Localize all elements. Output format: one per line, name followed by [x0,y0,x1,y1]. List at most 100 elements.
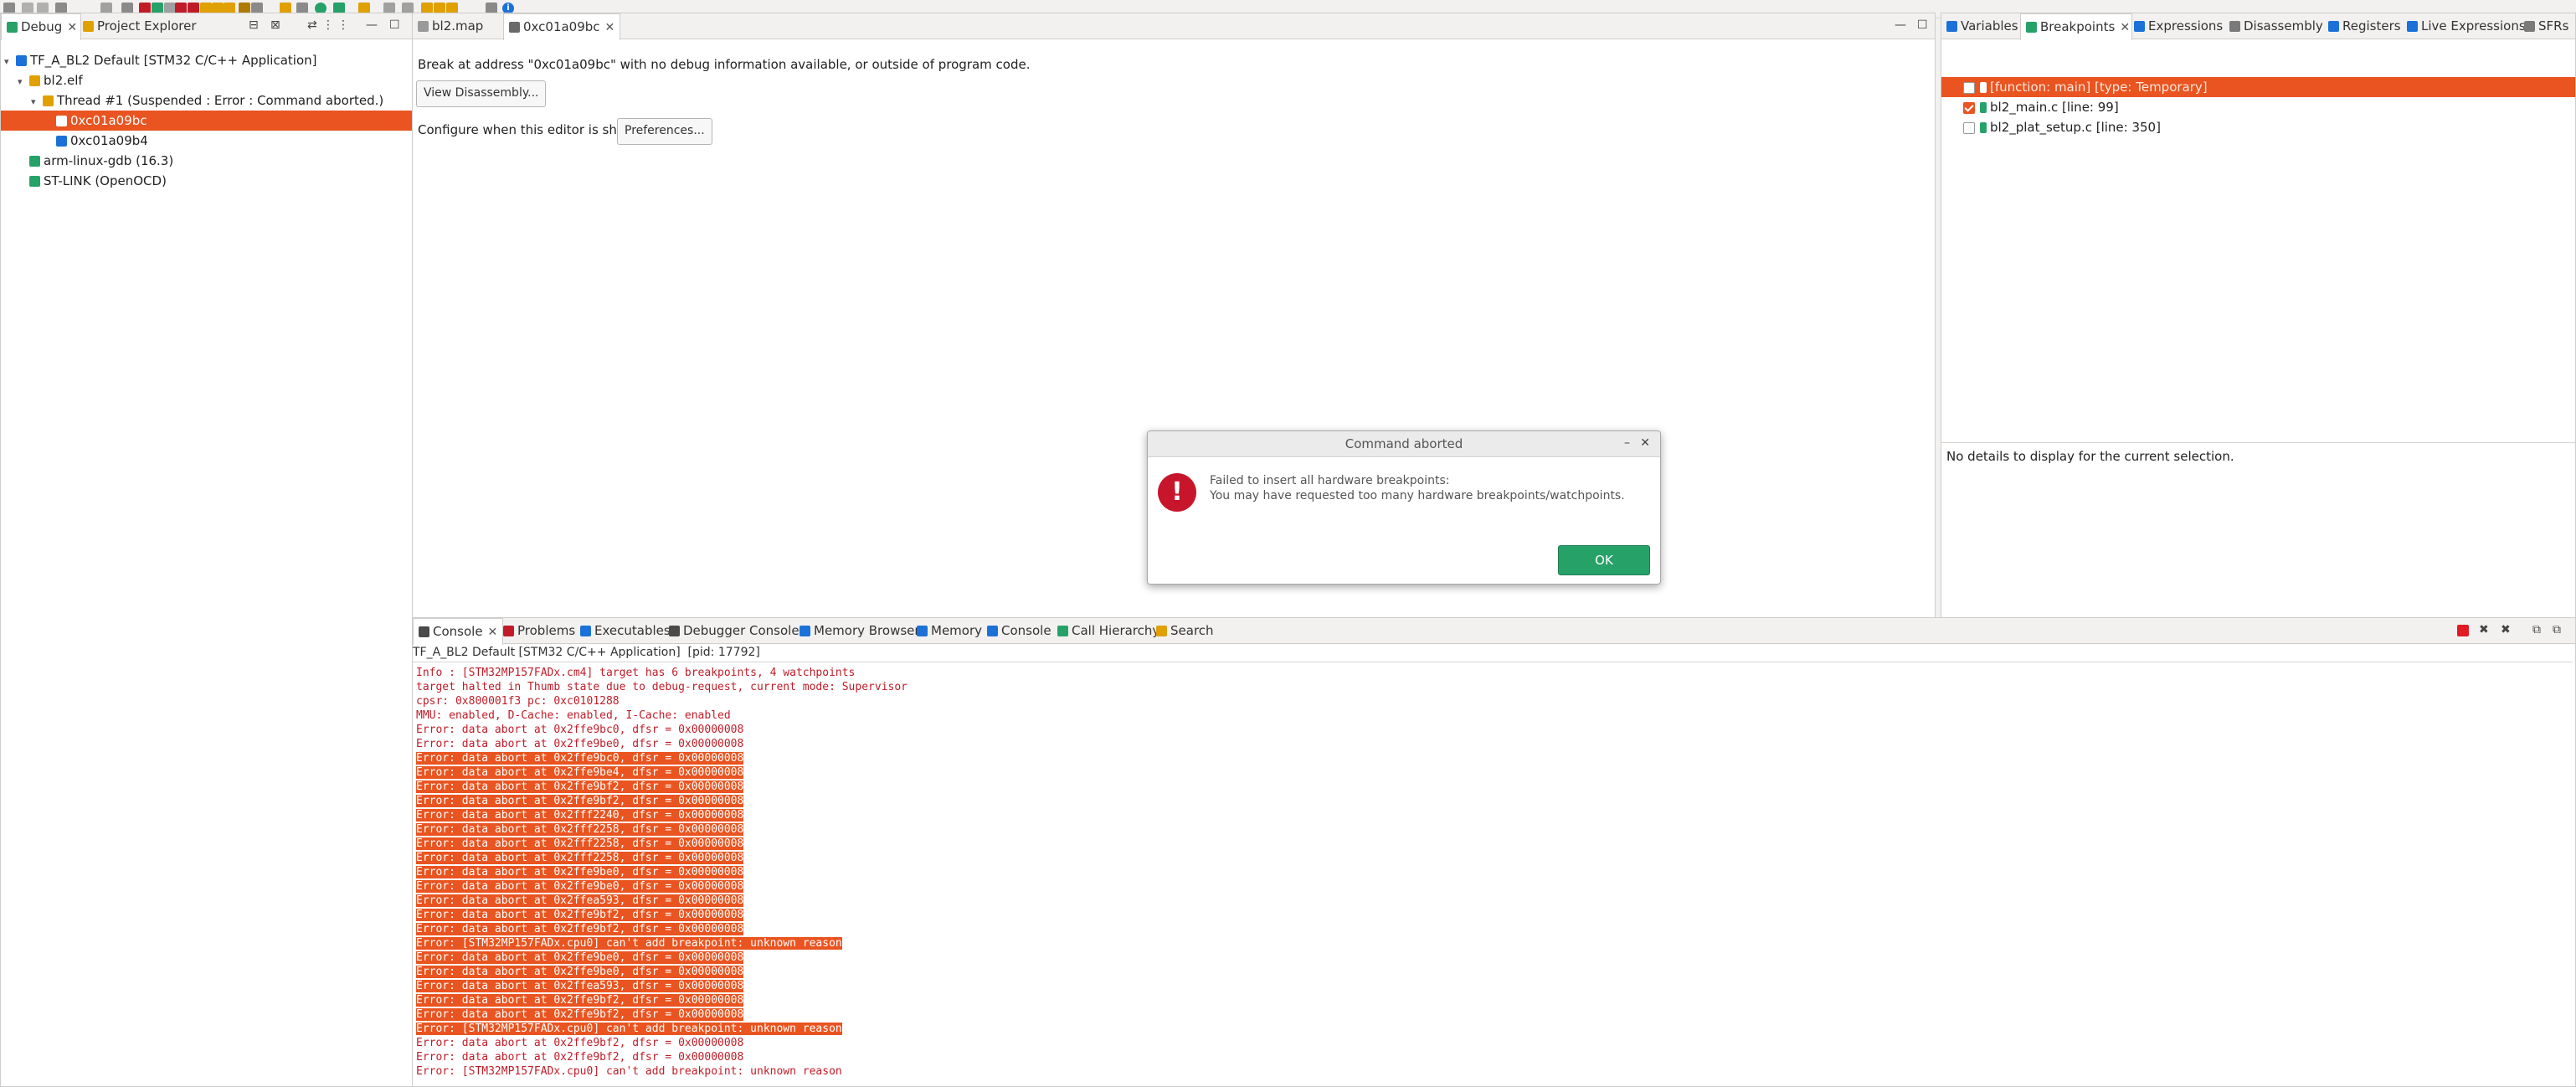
console-line: Error: data abort at 0x2ffe9be0, dfsr = … [416,950,744,965]
tab-expressions[interactable]: Expressions [2129,13,2229,39]
right-view-tabbar: Variables Breakpoints ✕ Expressions Disas… [1941,13,2576,40]
breakpoint-item[interactable]: bl2_main.c [line: 99] [1941,97,2575,117]
close-icon[interactable]: ✕ [1640,436,1650,450]
console-line: Error: data abort at 0x2ffea593, dfsr = … [416,979,744,993]
thread-icon [43,95,54,106]
tab-console[interactable]: Console ✕ [413,618,503,645]
tab-memory[interactable]: Memory [912,618,985,643]
tab-registers[interactable]: Registers [2323,13,2412,39]
tree-item[interactable]: ST-LINK (OpenOCD) [1,171,424,191]
tab-console-2[interactable]: Console [982,618,1059,643]
minimize-icon[interactable]: – [1624,436,1630,450]
tree-item[interactable]: ▾ TF_A_BL2 Default [STM32 C/C++ Applicati… [1,50,410,70]
console-line: Error: data abort at 0x2ffe9bf2, dfsr = … [416,780,744,794]
console-output[interactable]: Info : [STM32MP157FADx.cm4] target has 6… [413,662,2573,1084]
close-icon[interactable]: ✕ [488,626,498,639]
console-line-text: Error: data abort at 0x2ffe9bf2, dfsr = … [416,909,744,921]
breakpoint-checkbox[interactable] [1963,122,1975,134]
tab-debug[interactable]: Debug ✕ [1,13,81,40]
view-menu-icon[interactable]: ⋮ [337,18,349,32]
close-icon[interactable]: ✕ [67,21,77,34]
tab-debugger-console[interactable]: Debugger Console [664,618,800,643]
tree-item-label: TF_A_BL2 Default [STM32 C/C++ Applicatio… [30,53,317,68]
tree-item[interactable]: 0xc01a09b4 [1,131,450,151]
tab-breakpoints[interactable]: Breakpoints ✕ [2020,13,2132,40]
breakpoint-checkbox[interactable] [1963,82,1975,94]
view-menu-icon[interactable]: ⋮ [322,18,334,32]
registers-icon [2328,21,2339,32]
view-disassembly-button[interactable]: View Disassembly... [416,80,547,107]
tab-call-hierarchy[interactable]: Call Hierarchy [1052,618,1161,643]
tab-executables[interactable]: Executables [575,618,671,643]
console-line-text: Error: data abort at 0x2ffe9bf2, dfsr = … [416,1051,744,1064]
minimize-icon[interactable]: — [1895,18,1906,32]
variables-icon [1946,21,1957,32]
console-line: Error: data abort at 0x2ffe9bf2, dfsr = … [416,794,744,808]
tree-item[interactable]: ▾ Thread #1 (Suspended : Error : Command … [1,90,437,111]
tree-item[interactable]: arm-linux-gdb (16.3) [1,151,424,171]
live-expressions-icon [2407,21,2418,32]
tab-variables[interactable]: Variables [1941,13,2022,39]
tab-live-expressions[interactable]: Live Expressions [2402,13,2527,39]
tree-item-label: ST-LINK (OpenOCD) [44,173,167,188]
breakpoint-checkbox[interactable] [1963,102,1975,114]
console-title: TF_A_BL2 Default [STM32 C/C++ Applicatio… [413,646,760,659]
chevron-down-icon[interactable]: ▾ [31,92,43,112]
project-explorer-icon [83,21,94,32]
console-line-text: Error: data abort at 0x2ffe9bf2, dfsr = … [416,994,744,1007]
pin-console-icon[interactable]: ⧉ [2553,623,2561,636]
console-line-text: Error: data abort at 0x2fff2258, dfsr = … [416,823,744,836]
preferences-button[interactable]: Preferences... [617,118,712,145]
break-message: Break at address "0xc01a09bc" with no de… [418,57,1031,72]
tab-disassembly[interactable]: Disassembly [2224,13,2330,39]
console-line-text: Error: data abort at 0x2ffe9bf2, dfsr = … [416,1008,744,1021]
console-line-text: Error: data abort at 0x2ffe9bc0, dfsr = … [416,752,744,765]
dialog-message-line2: You may have requested too many hardware… [1210,489,1625,502]
tab-bl2-map[interactable]: bl2.map [413,13,501,39]
breakpoint-list: [function: main] [type: Temporary] bl2_ma… [1941,77,2575,144]
close-icon[interactable]: ✕ [605,21,615,34]
console-line-text: Error: data abort at 0x2ffe9be0, dfsr = … [416,866,744,878]
terminate-icon[interactable] [2457,625,2469,636]
breakpoint-icon [1980,122,1987,133]
launch-config-icon [16,55,27,66]
console-line: Error: data abort at 0x2fff2258, dfsr = … [416,851,744,865]
remove-all-terminated-icon[interactable]: ✖ [2501,623,2511,636]
maximize-icon[interactable]: ☐ [1917,18,1928,32]
console-line: MMU: enabled, D-Cache: enabled, I-Cache:… [416,708,731,723]
filter-icon[interactable]: ⇄ [307,18,317,32]
stack-frame-icon [56,116,67,126]
tree-item-label: arm-linux-gdb (16.3) [44,153,174,168]
console-line: Error: data abort at 0x2ffe9bc0, dfsr = … [416,723,743,737]
tree-item[interactable]: 0xc01a09bc [1,111,450,131]
tab-sfrs[interactable]: SFRs [2519,13,2576,39]
copy-icon[interactable]: ⧉ [2532,623,2541,636]
console-line-text: Error: data abort at 0x2ffe9bf2, dfsr = … [416,780,744,793]
console-line-text: Error: [STM32MP157FADx.cpu0] can't add b… [416,1023,842,1035]
console-line: Error: data abort at 0x2ffe9be0, dfsr = … [416,965,744,979]
maximize-icon[interactable]: ☐ [389,18,400,32]
console-line-text: Error: data abort at 0x2ffe9bf2, dfsr = … [416,923,744,935]
tree-item[interactable]: ▾ bl2.elf [1,70,424,90]
tab-search[interactable]: Search [1151,618,1223,643]
console-line: Error: data abort at 0x2ffe9bf2, dfsr = … [416,1050,743,1064]
chevron-down-icon[interactable]: ▾ [18,72,29,92]
tree-item-label: 0xc01a09bc [70,113,147,128]
breakpoints-icon [2026,22,2037,33]
remove-terminated-icon[interactable]: ⊠ [270,18,280,32]
remove-launch-icon[interactable]: ✖ [2479,623,2489,636]
console-line: Error: [STM32MP157FADx.cpu0] can't add b… [416,1022,842,1036]
console-line: Error: data abort at 0x2ffe9be4, dfsr = … [416,765,744,780]
breakpoint-item[interactable]: [function: main] [type: Temporary] [1941,77,2575,97]
tab-problems[interactable]: Problems [498,618,584,643]
tab-0xc01a09bc[interactable]: 0xc01a09bc ✕ [503,13,620,40]
gdb-server-icon [29,176,40,187]
breakpoint-item[interactable]: bl2_plat_setup.c [line: 350] [1941,117,2575,137]
tab-memory-browser[interactable]: Memory Browser [794,618,922,643]
collapse-all-icon[interactable]: ⊟ [249,18,259,32]
chevron-down-icon[interactable]: ▾ [4,52,16,72]
ok-button[interactable]: OK [1558,545,1650,575]
console-line-text: Error: [STM32MP157FADx.cpu0] can't add b… [416,937,842,950]
minimize-icon[interactable]: — [366,18,378,32]
tab-project-explorer[interactable]: Project Explorer [78,13,208,39]
